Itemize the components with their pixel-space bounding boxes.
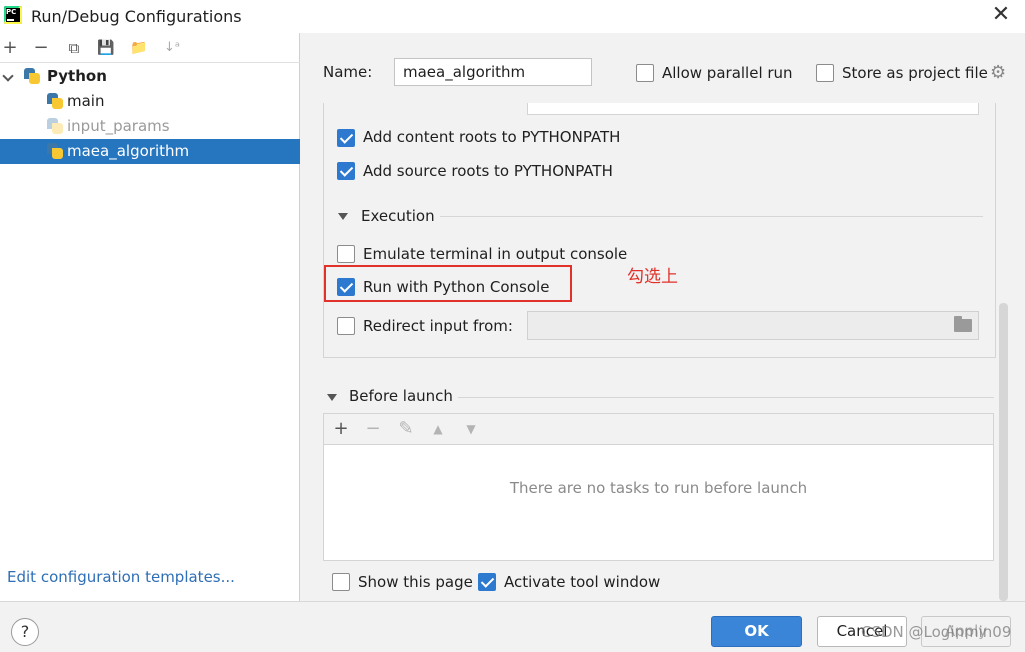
before-launch-section-label: Before launch bbox=[349, 387, 453, 405]
title-bar: PC Run/Debug Configurations ✕ bbox=[0, 0, 1025, 33]
chevron-down-icon[interactable] bbox=[2, 70, 14, 82]
redirect-input-checkbox[interactable] bbox=[337, 317, 355, 335]
tree-item-label: input_params bbox=[67, 117, 170, 135]
remove-config-icon[interactable]: − bbox=[31, 37, 51, 59]
store-project-label: Store as project file bbox=[842, 64, 988, 82]
edit-task-icon[interactable]: ✎ bbox=[396, 418, 416, 440]
python-icon bbox=[47, 93, 63, 109]
add-config-icon[interactable]: + bbox=[0, 37, 20, 59]
redirect-input-label: Redirect input from: bbox=[363, 317, 513, 335]
collapse-execution-icon[interactable] bbox=[338, 213, 348, 220]
allow-parallel-checkbox[interactable] bbox=[636, 64, 654, 82]
watermark: CSDN @Loginmin09 bbox=[861, 623, 1012, 641]
add-source-roots-checkbox[interactable] bbox=[337, 162, 355, 180]
execution-separator bbox=[440, 216, 983, 217]
add-content-roots-label: Add content roots to PYTHONPATH bbox=[363, 128, 621, 146]
ok-button[interactable]: OK bbox=[711, 616, 802, 647]
config-tree-panel: + − ⧉ 💾 📁 ↓ᵃ Python main input_params ma… bbox=[0, 33, 300, 601]
python-icon bbox=[47, 143, 63, 159]
interpreter-options-field[interactable] bbox=[527, 103, 979, 115]
window-title: Run/Debug Configurations bbox=[31, 7, 242, 26]
move-down-icon[interactable]: ▼ bbox=[461, 418, 481, 440]
name-label: Name: bbox=[323, 63, 373, 81]
tree-group-python[interactable]: Python bbox=[0, 64, 300, 89]
collapse-before-launch-icon[interactable] bbox=[327, 394, 337, 401]
before-launch-separator bbox=[458, 397, 994, 398]
edit-templates-link[interactable]: Edit configuration templates... bbox=[7, 568, 235, 586]
tree-item-input-params[interactable]: input_params bbox=[0, 114, 300, 139]
before-launch-toolbar: + − ✎ ▲ ▼ bbox=[323, 413, 994, 445]
add-content-roots-checkbox[interactable] bbox=[337, 129, 355, 147]
python-icon bbox=[47, 118, 63, 134]
execution-section-label: Execution bbox=[361, 207, 435, 225]
move-up-icon[interactable]: ▲ bbox=[428, 418, 448, 440]
tree-item-main[interactable]: main bbox=[0, 89, 300, 114]
folder-icon[interactable] bbox=[954, 316, 972, 332]
remove-task-icon[interactable]: − bbox=[363, 418, 383, 440]
tree-item-maea-algorithm[interactable]: maea_algorithm bbox=[0, 139, 300, 164]
redirect-input-field[interactable] bbox=[527, 311, 979, 340]
add-task-icon[interactable]: + bbox=[331, 418, 351, 440]
tree-item-label: maea_algorithm bbox=[67, 142, 190, 160]
save-config-icon[interactable]: 💾 bbox=[96, 37, 116, 59]
gear-icon[interactable]: ⚙ bbox=[990, 64, 1008, 82]
run-python-console-label: Run with Python Console bbox=[363, 278, 550, 296]
activate-tool-window-label: Activate tool window bbox=[504, 573, 661, 591]
empty-tasks-text: There are no tasks to run before launch bbox=[509, 479, 808, 497]
activate-tool-window-checkbox[interactable] bbox=[478, 573, 496, 591]
details-scrollbar[interactable] bbox=[999, 303, 1008, 601]
close-icon[interactable]: ✕ bbox=[990, 4, 1012, 26]
emulate-terminal-label: Emulate terminal in output console bbox=[363, 245, 628, 263]
tree-item-label: main bbox=[67, 92, 105, 110]
before-launch-task-list[interactable]: There are no tasks to run before launch bbox=[323, 444, 994, 561]
config-details-panel: Name: maea_algorithm Allow parallel run … bbox=[301, 33, 1025, 601]
help-button[interactable]: ? bbox=[11, 618, 39, 646]
allow-parallel-label: Allow parallel run bbox=[662, 64, 793, 82]
add-source-roots-label: Add source roots to PYTHONPATH bbox=[363, 162, 613, 180]
sort-icon[interactable]: ↓ᵃ bbox=[162, 37, 182, 59]
tree-toolbar: + − ⧉ 💾 📁 ↓ᵃ bbox=[0, 33, 300, 63]
move-to-folder-icon[interactable]: 📁 bbox=[129, 37, 149, 59]
name-input[interactable]: maea_algorithm bbox=[394, 58, 592, 86]
run-python-console-checkbox[interactable] bbox=[337, 278, 355, 296]
emulate-terminal-checkbox[interactable] bbox=[337, 245, 355, 263]
dialog-button-bar: ? OK Cancel Apply CSDN @Loginmin09 bbox=[0, 601, 1025, 652]
store-project-checkbox[interactable] bbox=[816, 64, 834, 82]
show-page-label: Show this page bbox=[358, 573, 473, 591]
tree-group-label: Python bbox=[47, 67, 107, 85]
pycharm-logo-icon: PC bbox=[4, 6, 22, 24]
copy-config-icon[interactable]: ⧉ bbox=[64, 37, 84, 59]
show-page-checkbox[interactable] bbox=[332, 573, 350, 591]
python-icon bbox=[24, 68, 40, 84]
annotation-text: 勾选上 bbox=[627, 267, 678, 287]
